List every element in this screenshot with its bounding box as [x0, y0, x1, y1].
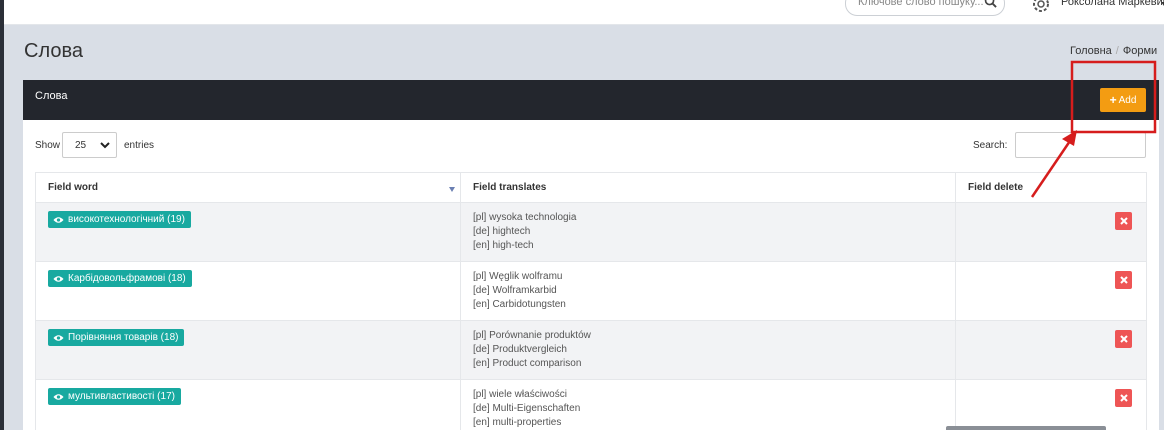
breadcrumb-separator: /: [1115, 45, 1119, 57]
close-icon: [1119, 217, 1128, 225]
translation-line: [en] multi-properties: [473, 417, 562, 428]
word-view-button[interactable]: мультивластивості (17): [48, 388, 181, 405]
word-view-button[interactable]: високотехнологічний (19): [48, 211, 191, 228]
translation-line: [de] Produktvergleich: [473, 344, 567, 355]
chevron-down-icon: [100, 142, 110, 149]
card-header: Слова + Add: [23, 80, 1159, 120]
table-row: Порівняння товарів (18) [pl] Porównanie …: [35, 320, 1147, 380]
translates-cell: [pl] Porównanie produktów [de] Produktve…: [460, 320, 956, 380]
translation-line: [de] Multi-Eigenschaften: [473, 403, 581, 414]
global-search-input[interactable]: Ключове слово пошуку...: [845, 0, 1005, 16]
word-label: Карбідовольфрамові (18): [68, 273, 186, 284]
word-view-button[interactable]: Порівняння товарів (18): [48, 329, 185, 346]
breadcrumb: Головна / Форми: [1070, 45, 1157, 57]
user-avatar-icon[interactable]: [1031, 0, 1051, 14]
page-length-value: 25: [75, 140, 87, 151]
eye-icon: [53, 275, 64, 282]
column-header-translates[interactable]: Field translates: [460, 172, 956, 203]
delete-cell: [955, 202, 1147, 262]
eye-icon: [53, 216, 64, 223]
plus-icon: +: [1109, 93, 1117, 107]
word-label: Порівняння товарів (18): [68, 332, 179, 343]
table-row: високотехнологічний (19) [pl] wysoka tec…: [35, 202, 1147, 262]
page-length-select[interactable]: 25: [62, 132, 117, 158]
column-header-word[interactable]: Field word: [35, 172, 461, 203]
user-name[interactable]: Роксолана Маркевич: [1061, 0, 1164, 8]
translation-line: [en] Product comparison: [473, 358, 582, 369]
eye-icon: [53, 393, 64, 400]
bottom-scroll-indicator: [946, 426, 1106, 430]
table-search-label: Search:: [973, 140, 1008, 151]
column-header-translates-label: Field translates: [473, 182, 547, 193]
translation-line: [en] high-tech: [473, 240, 534, 251]
add-button-label: Add: [1118, 94, 1137, 106]
word-label: високотехнологічний (19): [68, 214, 185, 225]
global-search-placeholder: Ключове слово пошуку...: [858, 0, 984, 8]
close-icon: [1119, 335, 1128, 343]
page-title: Слова: [24, 40, 83, 62]
column-header-delete[interactable]: Field delete: [955, 172, 1147, 203]
words-table: Field word Field translates Field delete…: [35, 172, 1147, 430]
delete-button[interactable]: [1115, 271, 1132, 289]
word-cell: Карбідовольфрамові (18): [35, 261, 461, 321]
word-view-button[interactable]: Карбідовольфрамові (18): [48, 270, 192, 287]
table-row: мультивластивості (17) [pl] wiele właści…: [35, 379, 1147, 430]
table-row: Карбідовольфрамові (18) [pl] Węglik wolf…: [35, 261, 1147, 321]
table-header-row: Field word Field translates Field delete: [35, 172, 1147, 203]
breadcrumb-home[interactable]: Головна: [1070, 45, 1112, 57]
word-label: мультивластивості (17): [68, 391, 175, 402]
words-card: Слова + Add Show 25 entries Search: Fiel…: [23, 80, 1159, 430]
delete-button[interactable]: [1115, 330, 1132, 348]
translation-line: [en] Carbidotungsten: [473, 299, 566, 310]
word-cell: Порівняння товарів (18): [35, 320, 461, 380]
sort-desc-icon: [449, 187, 455, 192]
close-icon: [1119, 394, 1128, 402]
translation-line: [de] hightech: [473, 226, 531, 237]
delete-button[interactable]: [1115, 212, 1132, 230]
delete-cell: [955, 379, 1147, 430]
word-cell: мультивластивості (17): [35, 379, 461, 430]
card-title: Слова: [35, 90, 68, 102]
breadcrumb-forms[interactable]: Форми: [1123, 45, 1157, 57]
translates-cell: [pl] wysoka technologia [de] hightech [e…: [460, 202, 956, 262]
eye-icon: [53, 334, 64, 341]
search-icon[interactable]: [984, 0, 997, 8]
translation-line: [pl] wiele właściwości: [473, 389, 567, 400]
close-icon: [1119, 276, 1128, 284]
left-sidebar-edge: [0, 0, 4, 430]
delete-cell: [955, 261, 1147, 321]
column-header-word-label: Field word: [48, 182, 98, 193]
translation-line: [pl] Porównanie produktów: [473, 330, 591, 341]
translation-line: [pl] Węglik wolframu: [473, 271, 563, 282]
table-search-input[interactable]: [1015, 132, 1146, 158]
add-button[interactable]: + Add: [1100, 88, 1146, 112]
show-label: Show: [35, 140, 61, 151]
delete-cell: [955, 320, 1147, 380]
delete-button[interactable]: [1115, 389, 1132, 407]
entries-label: entries: [124, 140, 155, 151]
translation-line: [pl] wysoka technologia: [473, 212, 577, 223]
top-navbar: Ключове слово пошуку... Роксолана Маркев…: [4, 0, 1164, 25]
word-cell: високотехнологічний (19): [35, 202, 461, 262]
column-header-delete-label: Field delete: [968, 182, 1024, 193]
translation-line: [de] Wolframkarbid: [473, 285, 557, 296]
translates-cell: [pl] Węglik wolframu [de] Wolframkarbid …: [460, 261, 956, 321]
translates-cell: [pl] wiele właściwości [de] Multi-Eigens…: [460, 379, 956, 430]
